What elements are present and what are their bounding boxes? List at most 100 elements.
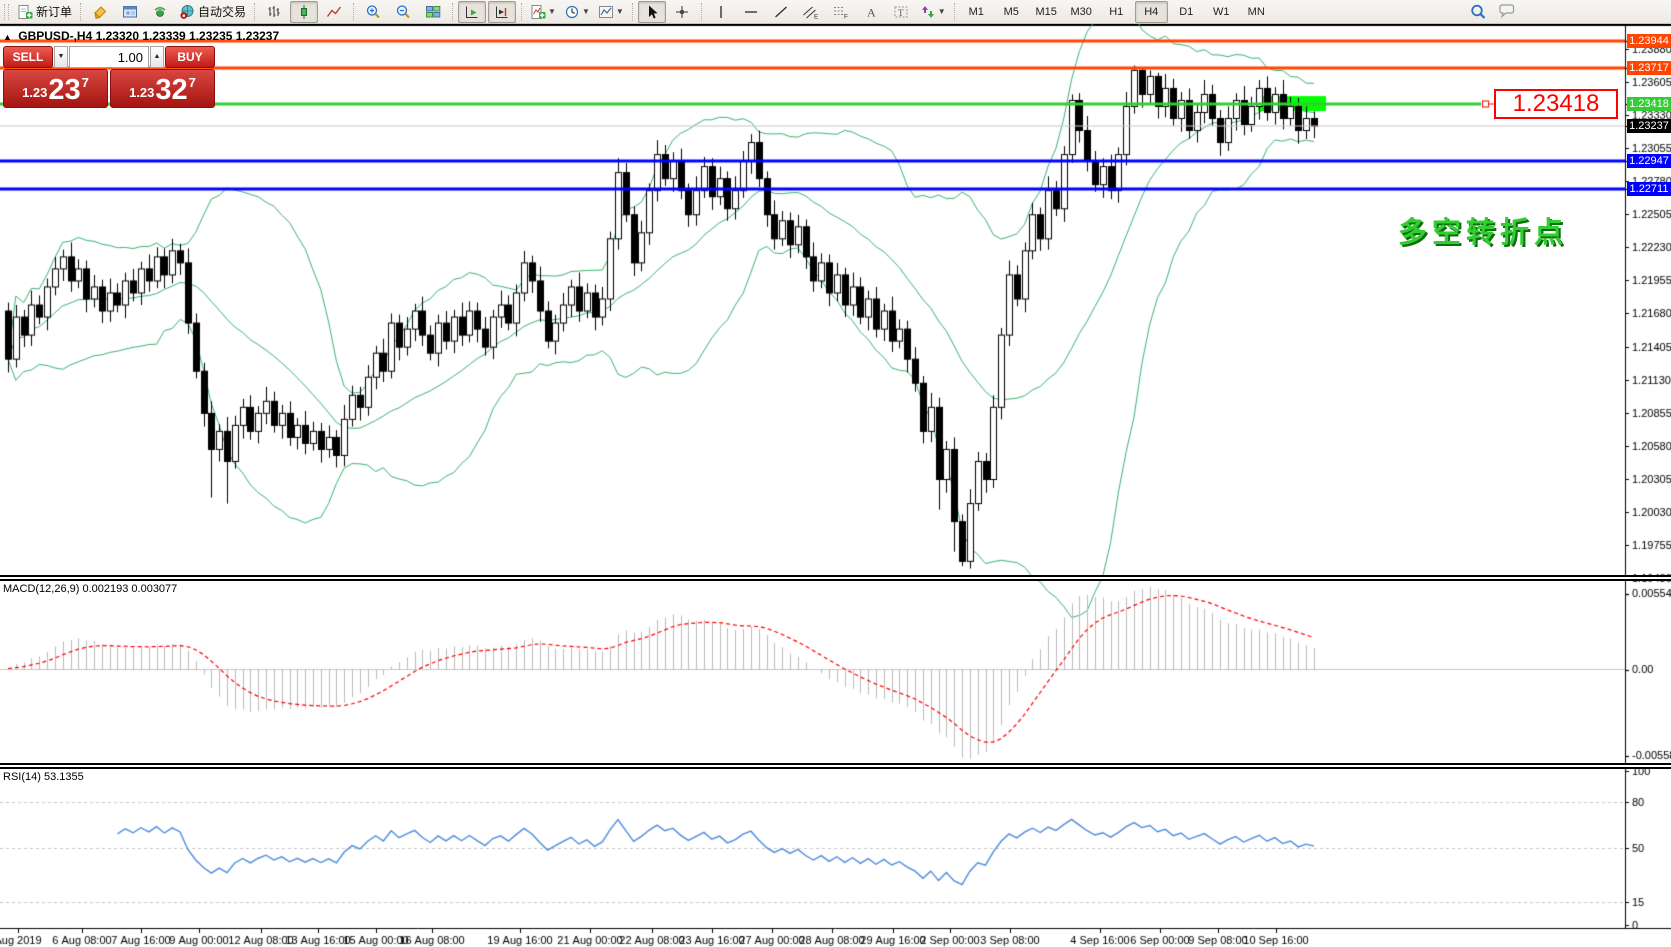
price-axis-chip: 1.23418 (1627, 97, 1671, 111)
trendline-icon (773, 4, 789, 20)
cursor-icon (644, 4, 660, 20)
fibonacci-tool-button[interactable]: F (827, 1, 855, 23)
dropdown-caret-icon: ▼ (616, 7, 624, 16)
fibonacci-icon: F (832, 4, 849, 20)
candlestick-chart-type-button[interactable] (290, 1, 318, 23)
timeframe-m30-button[interactable]: M30 (1065, 1, 1098, 23)
svg-text:E: E (814, 13, 819, 20)
toolbar-separator (701, 3, 702, 21)
macd-indicator-label: MACD(12,26,9) 0.002193 0.003077 (3, 583, 177, 595)
autotrading-icon (179, 4, 195, 20)
chat-bubble-icon (1498, 3, 1518, 21)
buy-button[interactable]: BUY (165, 46, 215, 68)
price-axis-chip: 1.22711 (1627, 182, 1671, 196)
vertical-line-icon (714, 4, 728, 20)
one-click-trading-panel: SELL ▼ ▲ BUY 1.23237 1.23327 (3, 46, 215, 108)
rsi-indicator-label: RSI(14) 53.1355 (3, 771, 84, 783)
buy-price-prefix: 1.23 (129, 82, 154, 104)
horizontal-line-tool-button[interactable] (737, 1, 765, 23)
buy-price-big: 32 (155, 77, 187, 104)
timeframe-m15-button[interactable]: M15 (1030, 1, 1063, 23)
text-label-tool-button[interactable]: T (887, 1, 915, 23)
zoom-in-icon (365, 4, 381, 20)
strategy-tester-button[interactable] (146, 1, 174, 23)
timeframe-mn-button[interactable]: MN (1240, 1, 1273, 23)
autotrading-label: 自动交易 (198, 3, 246, 20)
text-label-icon: T (893, 4, 909, 20)
trendline-tool-button[interactable] (767, 1, 795, 23)
price-axis-chip: 1.23717 (1627, 61, 1671, 75)
toolbar-separator (254, 3, 255, 21)
search-button[interactable] (1464, 1, 1492, 23)
tile-windows-button[interactable] (419, 1, 447, 23)
auto-scroll-icon (464, 4, 480, 20)
terminal-button[interactable] (116, 1, 144, 23)
vertical-line-tool-button[interactable] (707, 1, 735, 23)
macd-rsi-pane-splitter[interactable] (0, 763, 1671, 769)
price-callout[interactable]: 1.23418 (1494, 89, 1618, 119)
bar-chart-type-button[interactable] (260, 1, 288, 23)
metaeditor-button[interactable] (86, 1, 114, 23)
toolbar-separator (632, 3, 633, 21)
templates-button[interactable]: ▼ (595, 1, 627, 23)
bar-chart-icon (266, 4, 282, 20)
lot-size-input[interactable] (69, 46, 149, 68)
chart-annotation-text[interactable]: 多空转折点 (1398, 209, 1568, 251)
line-chart-icon (326, 4, 342, 20)
buy-price-display[interactable]: 1.23327 (110, 69, 215, 108)
price-axis-chip: 1.22947 (1627, 154, 1671, 168)
svg-text:A: A (867, 5, 876, 19)
sell-price-sup: 7 (82, 75, 89, 90)
zoom-out-button[interactable] (389, 1, 417, 23)
toolbar: 新订单 自动交易 (0, 0, 1671, 24)
crosshair-tool-button[interactable] (668, 1, 696, 23)
timeframe-m5-button[interactable]: M5 (995, 1, 1028, 23)
lot-decrease-button[interactable]: ▼ (54, 46, 68, 68)
new-order-icon (17, 4, 33, 20)
toolbar-separator (353, 3, 354, 21)
chart-shift-icon (494, 4, 510, 20)
sell-price-prefix: 1.23 (22, 82, 47, 104)
channel-tool-button[interactable]: E (797, 1, 825, 23)
zoom-in-button[interactable] (359, 1, 387, 23)
dropdown-caret-icon: ▼ (938, 7, 946, 16)
new-order-label: 新订单 (36, 3, 72, 20)
price-chart-canvas[interactable] (0, 24, 1671, 947)
terminal-icon (122, 4, 138, 20)
quote-ohlc-values: 1.23320 1.23339 1.23235 1.23237 (96, 29, 280, 43)
timeframe-h4-button[interactable]: H4 (1135, 1, 1168, 23)
indicators-icon (530, 4, 546, 20)
indicators-button[interactable]: ▼ (527, 1, 559, 23)
strategy-tester-icon (152, 4, 168, 20)
lot-increase-button[interactable]: ▲ (150, 46, 164, 68)
quote-bar: ▲ GBPUSD-,H4 1.23320 1.23339 1.23235 1.2… (3, 29, 279, 43)
periods-clock-icon (564, 4, 580, 20)
price-axis-chip: 1.23237 (1627, 119, 1671, 133)
new-order-button[interactable]: 新订单 (14, 1, 75, 23)
symbol-marker-icon: ▲ (3, 32, 12, 42)
periods-button[interactable]: ▼ (561, 1, 593, 23)
main-macd-pane-splitter[interactable] (0, 575, 1671, 581)
chart-shift-button[interactable] (488, 1, 516, 23)
text-tool-button[interactable]: A (857, 1, 885, 23)
timeframe-d1-button[interactable]: D1 (1170, 1, 1203, 23)
sell-button[interactable]: SELL (3, 46, 53, 68)
autotrading-button[interactable]: 自动交易 (176, 1, 249, 23)
toolbar-separator (521, 3, 522, 21)
line-chart-type-button[interactable] (320, 1, 348, 23)
timeframe-w1-button[interactable]: W1 (1205, 1, 1238, 23)
sell-price-display[interactable]: 1.23237 (3, 69, 108, 108)
zoom-out-icon (395, 4, 411, 20)
metaeditor-icon (92, 4, 108, 20)
timeframe-m1-button[interactable]: M1 (960, 1, 993, 23)
chat-button[interactable] (1494, 1, 1522, 23)
toolbar-grip[interactable] (4, 4, 9, 20)
cursor-tool-button[interactable] (638, 1, 666, 23)
dropdown-caret-icon: ▼ (582, 7, 590, 16)
timeframe-h1-button[interactable]: H1 (1100, 1, 1133, 23)
dropdown-caret-icon: ▼ (548, 7, 556, 16)
arrows-shapes-icon (920, 4, 936, 20)
symbol-title: GBPUSD-,H4 (18, 29, 92, 43)
auto-scroll-button[interactable] (458, 1, 486, 23)
arrows-tool-button[interactable]: ▼ (917, 1, 949, 23)
